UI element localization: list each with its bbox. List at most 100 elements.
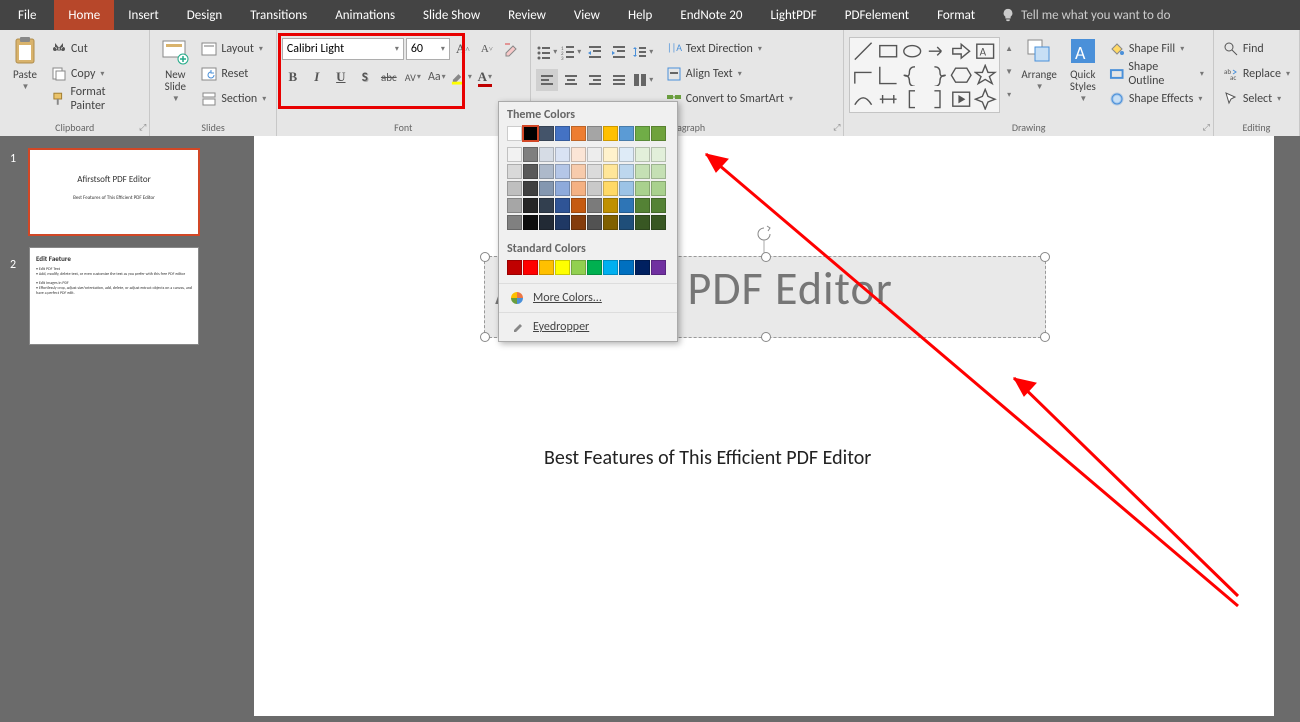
tab-animations[interactable]: Animations bbox=[321, 0, 409, 30]
change-case-button[interactable]: Aa▾ bbox=[426, 66, 448, 88]
color-swatch[interactable] bbox=[507, 181, 522, 196]
increase-indent-button[interactable] bbox=[608, 41, 630, 63]
color-swatch[interactable] bbox=[539, 126, 554, 141]
resize-handle[interactable] bbox=[480, 252, 490, 262]
color-swatch[interactable] bbox=[523, 147, 538, 162]
align-center-button[interactable] bbox=[560, 69, 582, 91]
tab-pdfelement[interactable]: PDFelement bbox=[831, 0, 923, 30]
color-swatch[interactable] bbox=[635, 215, 650, 230]
tab-format[interactable]: Format bbox=[923, 0, 989, 30]
color-swatch[interactable] bbox=[571, 126, 586, 141]
tab-help[interactable]: Help bbox=[614, 0, 666, 30]
line-spacing-button[interactable]: ▾ bbox=[632, 41, 654, 63]
color-swatch[interactable] bbox=[603, 126, 618, 141]
color-swatch[interactable] bbox=[523, 198, 538, 213]
color-swatch[interactable] bbox=[555, 260, 570, 275]
color-swatch[interactable] bbox=[523, 215, 538, 230]
color-swatch[interactable] bbox=[571, 181, 586, 196]
color-swatch[interactable] bbox=[635, 181, 650, 196]
text-direction-button[interactable]: ||AText Direction▾ bbox=[662, 37, 797, 60]
font-color-button[interactable]: A▾ bbox=[474, 66, 496, 88]
color-swatch[interactable] bbox=[539, 198, 554, 213]
color-swatch[interactable] bbox=[651, 147, 666, 162]
tab-home[interactable]: Home bbox=[54, 0, 114, 30]
shape-outline-button[interactable]: Shape Outline▾ bbox=[1105, 62, 1208, 85]
color-swatch[interactable] bbox=[507, 147, 522, 162]
resize-handle[interactable] bbox=[480, 332, 490, 342]
color-swatch[interactable] bbox=[507, 198, 522, 213]
bold-button[interactable]: B bbox=[282, 66, 304, 88]
color-swatch[interactable] bbox=[587, 147, 602, 162]
color-swatch[interactable] bbox=[603, 198, 618, 213]
color-swatch[interactable] bbox=[587, 260, 602, 275]
shadow-button[interactable]: S bbox=[354, 66, 376, 88]
clear-formatting-button[interactable] bbox=[500, 38, 522, 60]
strikethrough-button[interactable]: abc bbox=[378, 66, 400, 88]
color-swatch[interactable] bbox=[523, 126, 538, 141]
color-swatch[interactable] bbox=[571, 164, 586, 179]
color-swatch[interactable] bbox=[619, 198, 634, 213]
color-swatch[interactable] bbox=[507, 215, 522, 230]
color-swatch[interactable] bbox=[539, 147, 554, 162]
color-swatch[interactable] bbox=[651, 181, 666, 196]
color-swatch[interactable] bbox=[555, 147, 570, 162]
color-swatch[interactable] bbox=[523, 260, 538, 275]
color-swatch[interactable] bbox=[651, 215, 666, 230]
shape-effects-button[interactable]: Shape Effects▾ bbox=[1105, 87, 1208, 110]
paste-button[interactable]: Paste ▼ bbox=[5, 33, 45, 94]
color-swatch[interactable] bbox=[619, 164, 634, 179]
align-left-button[interactable] bbox=[536, 69, 558, 91]
tell-me-search[interactable]: Tell me what you want to do bbox=[989, 0, 1182, 30]
color-swatch[interactable] bbox=[619, 147, 634, 162]
color-swatch[interactable] bbox=[555, 198, 570, 213]
shape-fill-button[interactable]: Shape Fill▾ bbox=[1105, 37, 1208, 60]
color-swatch[interactable] bbox=[523, 164, 538, 179]
tab-file[interactable]: File bbox=[0, 0, 54, 30]
shrink-font-button[interactable]: A˅ bbox=[476, 38, 498, 60]
tab-design[interactable]: Design bbox=[173, 0, 236, 30]
section-button[interactable]: Section▾ bbox=[197, 87, 270, 110]
convert-smartart-button[interactable]: Convert to SmartArt▾ bbox=[662, 87, 797, 110]
color-swatch[interactable] bbox=[619, 181, 634, 196]
color-swatch[interactable] bbox=[587, 198, 602, 213]
color-swatch[interactable] bbox=[635, 126, 650, 141]
char-spacing-button[interactable]: AV▾ bbox=[402, 66, 424, 88]
color-swatch[interactable] bbox=[555, 126, 570, 141]
tab-endnote[interactable]: EndNote 20 bbox=[666, 0, 756, 30]
color-swatch[interactable] bbox=[619, 215, 634, 230]
color-swatch[interactable] bbox=[603, 215, 618, 230]
color-swatch[interactable] bbox=[587, 126, 602, 141]
color-swatch[interactable] bbox=[507, 164, 522, 179]
justify-button[interactable] bbox=[608, 69, 630, 91]
color-swatch[interactable] bbox=[603, 181, 618, 196]
color-swatch[interactable] bbox=[555, 215, 570, 230]
color-swatch[interactable] bbox=[555, 181, 570, 196]
shapes-scroll[interactable]: ▲▼▾ bbox=[1002, 37, 1016, 107]
color-swatch[interactable] bbox=[571, 147, 586, 162]
color-swatch[interactable] bbox=[635, 198, 650, 213]
underline-button[interactable]: U bbox=[330, 66, 352, 88]
color-swatch[interactable] bbox=[555, 164, 570, 179]
color-swatch[interactable] bbox=[635, 260, 650, 275]
font-name-combo[interactable]: Calibri Light▾ bbox=[282, 38, 404, 60]
arrange-button[interactable]: Arrange▼ bbox=[1017, 33, 1060, 94]
copy-button[interactable]: Copy▾ bbox=[47, 62, 144, 85]
color-swatch[interactable] bbox=[587, 164, 602, 179]
grow-font-button[interactable]: A˄ bbox=[452, 38, 474, 60]
cut-button[interactable]: Cut bbox=[47, 37, 144, 60]
columns-button[interactable]: ▾ bbox=[632, 69, 654, 91]
color-swatch[interactable] bbox=[651, 260, 666, 275]
color-swatch[interactable] bbox=[651, 164, 666, 179]
find-button[interactable]: Find bbox=[1219, 37, 1294, 60]
italic-button[interactable]: I bbox=[306, 66, 328, 88]
select-button[interactable]: Select▾ bbox=[1219, 87, 1294, 110]
new-slide-button[interactable]: New Slide▼ bbox=[155, 33, 195, 106]
color-swatch[interactable] bbox=[571, 260, 586, 275]
tab-insert[interactable]: Insert bbox=[114, 0, 173, 30]
color-swatch[interactable] bbox=[603, 260, 618, 275]
tab-lightpdf[interactable]: LightPDF bbox=[756, 0, 830, 30]
color-swatch[interactable] bbox=[603, 147, 618, 162]
slide-thumbnail-1[interactable]: Afirstsoft PDF Editor Best Features of T… bbox=[30, 150, 198, 234]
bullets-button[interactable]: ▾ bbox=[536, 41, 558, 63]
color-swatch[interactable] bbox=[539, 260, 554, 275]
